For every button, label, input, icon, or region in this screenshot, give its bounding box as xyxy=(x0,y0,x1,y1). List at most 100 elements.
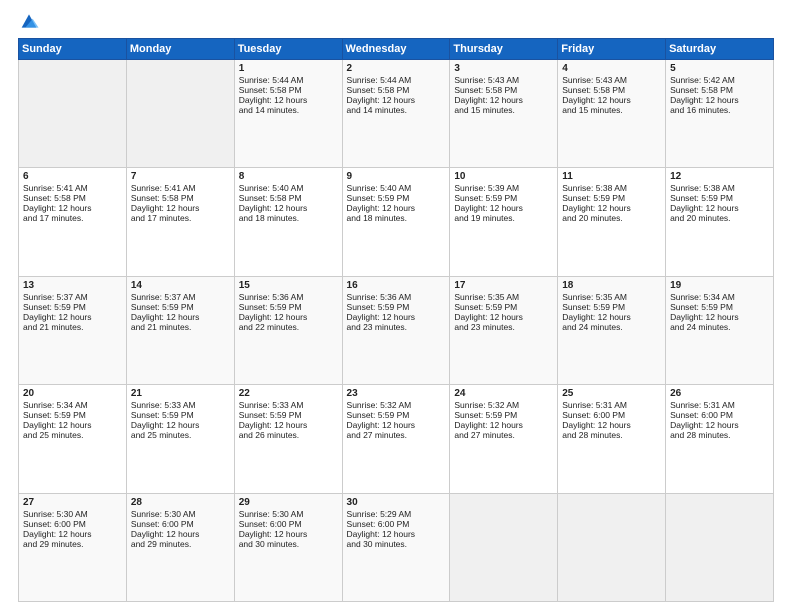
day-info: Daylight: 12 hours xyxy=(23,529,122,539)
calendar-cell: 18Sunrise: 5:35 AMSunset: 5:59 PMDayligh… xyxy=(558,276,666,384)
calendar-cell: 7Sunrise: 5:41 AMSunset: 5:58 PMDaylight… xyxy=(126,168,234,276)
calendar-cell: 19Sunrise: 5:34 AMSunset: 5:59 PMDayligh… xyxy=(666,276,774,384)
day-info: Sunrise: 5:38 AM xyxy=(562,183,661,193)
day-number: 10 xyxy=(454,171,553,182)
day-info: Daylight: 12 hours xyxy=(562,420,661,430)
day-info: Daylight: 12 hours xyxy=(347,420,446,430)
calendar-cell: 23Sunrise: 5:32 AMSunset: 5:59 PMDayligh… xyxy=(342,385,450,493)
calendar-cell: 20Sunrise: 5:34 AMSunset: 5:59 PMDayligh… xyxy=(19,385,127,493)
day-number: 23 xyxy=(347,388,446,399)
day-info: Sunrise: 5:36 AM xyxy=(347,292,446,302)
calendar-cell: 12Sunrise: 5:38 AMSunset: 5:59 PMDayligh… xyxy=(666,168,774,276)
weekday-header: Sunday xyxy=(19,39,127,60)
day-number: 24 xyxy=(454,388,553,399)
day-info: Sunset: 5:59 PM xyxy=(347,410,446,420)
day-info: and 15 minutes. xyxy=(454,105,553,115)
day-info: Sunset: 5:58 PM xyxy=(239,193,338,203)
day-number: 18 xyxy=(562,280,661,291)
day-number: 28 xyxy=(131,497,230,508)
day-info: Daylight: 12 hours xyxy=(454,312,553,322)
day-info: Sunset: 5:59 PM xyxy=(454,302,553,312)
day-info: Sunrise: 5:33 AM xyxy=(131,400,230,410)
day-number: 15 xyxy=(239,280,338,291)
day-number: 21 xyxy=(131,388,230,399)
calendar-cell: 24Sunrise: 5:32 AMSunset: 5:59 PMDayligh… xyxy=(450,385,558,493)
day-info: and 20 minutes. xyxy=(562,213,661,223)
logo-icon xyxy=(18,10,40,32)
day-info: and 19 minutes. xyxy=(454,213,553,223)
calendar-cell xyxy=(19,60,127,168)
day-info: Sunrise: 5:40 AM xyxy=(347,183,446,193)
day-number: 1 xyxy=(239,63,338,74)
weekday-row: SundayMondayTuesdayWednesdayThursdayFrid… xyxy=(19,39,774,60)
day-info: Sunset: 5:58 PM xyxy=(239,85,338,95)
day-info: and 23 minutes. xyxy=(454,322,553,332)
day-info: Sunrise: 5:34 AM xyxy=(23,400,122,410)
day-info: Sunset: 5:59 PM xyxy=(131,410,230,420)
calendar-cell: 16Sunrise: 5:36 AMSunset: 5:59 PMDayligh… xyxy=(342,276,450,384)
day-info: Sunset: 5:58 PM xyxy=(562,85,661,95)
weekday-header: Thursday xyxy=(450,39,558,60)
day-info: Sunrise: 5:34 AM xyxy=(670,292,769,302)
day-info: and 18 minutes. xyxy=(239,213,338,223)
header xyxy=(18,10,774,32)
day-number: 12 xyxy=(670,171,769,182)
day-info: Sunrise: 5:35 AM xyxy=(562,292,661,302)
day-info: Sunrise: 5:32 AM xyxy=(454,400,553,410)
day-info: and 24 minutes. xyxy=(562,322,661,332)
day-number: 30 xyxy=(347,497,446,508)
day-info: Daylight: 12 hours xyxy=(23,420,122,430)
day-number: 8 xyxy=(239,171,338,182)
calendar-cell: 10Sunrise: 5:39 AMSunset: 5:59 PMDayligh… xyxy=(450,168,558,276)
day-number: 13 xyxy=(23,280,122,291)
day-number: 11 xyxy=(562,171,661,182)
day-info: Sunrise: 5:32 AM xyxy=(347,400,446,410)
day-info: and 28 minutes. xyxy=(670,430,769,440)
day-info: and 15 minutes. xyxy=(562,105,661,115)
day-info: Daylight: 12 hours xyxy=(562,312,661,322)
day-info: Daylight: 12 hours xyxy=(347,95,446,105)
day-info: Daylight: 12 hours xyxy=(347,203,446,213)
calendar-cell: 9Sunrise: 5:40 AMSunset: 5:59 PMDaylight… xyxy=(342,168,450,276)
day-info: Sunset: 5:59 PM xyxy=(23,410,122,420)
day-info: Daylight: 12 hours xyxy=(347,529,446,539)
day-number: 2 xyxy=(347,63,446,74)
day-info: and 17 minutes. xyxy=(131,213,230,223)
calendar-cell xyxy=(558,493,666,601)
day-info: Daylight: 12 hours xyxy=(239,203,338,213)
day-info: Sunset: 6:00 PM xyxy=(562,410,661,420)
calendar-cell: 8Sunrise: 5:40 AMSunset: 5:58 PMDaylight… xyxy=(234,168,342,276)
day-info: Sunrise: 5:35 AM xyxy=(454,292,553,302)
day-info: and 25 minutes. xyxy=(131,430,230,440)
day-info: Sunset: 5:58 PM xyxy=(454,85,553,95)
day-number: 26 xyxy=(670,388,769,399)
day-number: 27 xyxy=(23,497,122,508)
day-info: Sunset: 6:00 PM xyxy=(131,519,230,529)
calendar-cell: 15Sunrise: 5:36 AMSunset: 5:59 PMDayligh… xyxy=(234,276,342,384)
day-info: Sunset: 6:00 PM xyxy=(347,519,446,529)
calendar-cell: 26Sunrise: 5:31 AMSunset: 6:00 PMDayligh… xyxy=(666,385,774,493)
day-info: and 16 minutes. xyxy=(670,105,769,115)
day-info: Daylight: 12 hours xyxy=(562,203,661,213)
calendar-cell: 6Sunrise: 5:41 AMSunset: 5:58 PMDaylight… xyxy=(19,168,127,276)
day-info: Sunrise: 5:43 AM xyxy=(562,75,661,85)
day-info: Daylight: 12 hours xyxy=(239,95,338,105)
day-info: Sunrise: 5:44 AM xyxy=(239,75,338,85)
day-number: 7 xyxy=(131,171,230,182)
day-info: Sunset: 5:59 PM xyxy=(670,193,769,203)
weekday-header: Saturday xyxy=(666,39,774,60)
day-info: and 27 minutes. xyxy=(347,430,446,440)
day-info: Sunset: 5:59 PM xyxy=(23,302,122,312)
day-info: Daylight: 12 hours xyxy=(131,203,230,213)
day-info: Sunrise: 5:30 AM xyxy=(23,509,122,519)
day-info: and 24 minutes. xyxy=(670,322,769,332)
day-info: Daylight: 12 hours xyxy=(131,312,230,322)
calendar-cell xyxy=(450,493,558,601)
day-info: Sunset: 5:59 PM xyxy=(670,302,769,312)
day-number: 19 xyxy=(670,280,769,291)
weekday-header: Tuesday xyxy=(234,39,342,60)
day-info: and 30 minutes. xyxy=(347,539,446,549)
calendar-week-row: 13Sunrise: 5:37 AMSunset: 5:59 PMDayligh… xyxy=(19,276,774,384)
day-info: Daylight: 12 hours xyxy=(670,95,769,105)
day-info: Sunset: 6:00 PM xyxy=(239,519,338,529)
